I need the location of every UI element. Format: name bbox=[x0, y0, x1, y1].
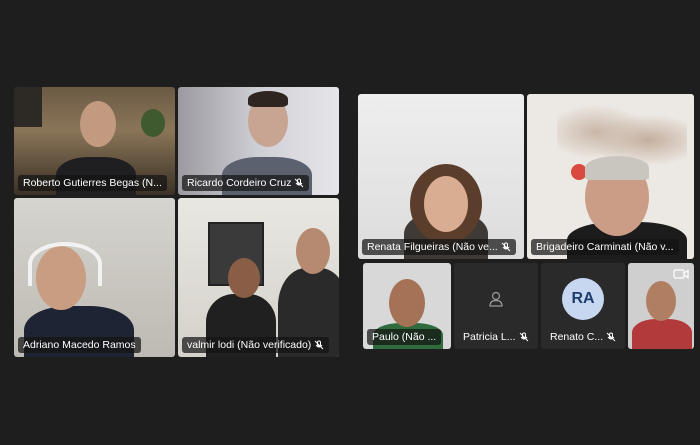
participant-head bbox=[424, 176, 468, 232]
participant-name-label: Paulo (Não ... bbox=[367, 329, 442, 345]
mic-muted-icon bbox=[314, 340, 324, 350]
participant-name: Adriano Macedo Ramos bbox=[23, 339, 136, 351]
headset bbox=[28, 242, 102, 286]
participant-name: Renata Filgueiras (Não ve... bbox=[367, 241, 498, 253]
participant-body bbox=[632, 319, 692, 349]
participant-name: Roberto Gutierres Begas (N... bbox=[23, 177, 162, 189]
participant-name: Brigadeiro Carminati (Não v... bbox=[536, 241, 674, 253]
mic-muted-icon bbox=[501, 242, 511, 252]
participant-name-label: Ricardo Cordeiro Cruz bbox=[182, 175, 310, 191]
participant-hair bbox=[585, 156, 649, 180]
avatar-initials: RA bbox=[562, 278, 604, 321]
participant-name-label: Adriano Macedo Ramos bbox=[18, 337, 141, 353]
mic-muted-icon bbox=[519, 332, 528, 342]
mic-muted-icon bbox=[295, 178, 304, 188]
participant-name-label: Roberto Gutierres Begas (N... bbox=[18, 175, 167, 191]
video-tile-valmir[interactable]: valmir lodi (Não verificado) bbox=[178, 198, 339, 357]
video-tile-paulo[interactable]: Paulo (Não ... bbox=[363, 263, 451, 349]
participant-head bbox=[646, 281, 676, 321]
participant-hair bbox=[248, 91, 288, 107]
video-tile-renata[interactable]: Renata Filgueiras (Não ve... bbox=[358, 94, 524, 259]
avatar-tile-patricia[interactable]: Patricia L... bbox=[454, 263, 538, 349]
camera-switch-icon[interactable] bbox=[673, 268, 689, 280]
participant-name: Paulo (Não ... bbox=[372, 331, 437, 343]
participant-name-label: Renato C... bbox=[545, 329, 621, 345]
self-view-tile[interactable] bbox=[628, 263, 694, 349]
mic-muted-icon bbox=[606, 332, 616, 342]
background-plant bbox=[141, 109, 165, 137]
avatar-tile-renato[interactable]: RA Renato C... bbox=[541, 263, 625, 349]
background-shelf bbox=[14, 87, 42, 127]
participant-name-label: Renata Filgueiras (Não ve... bbox=[362, 239, 516, 255]
participant-head bbox=[80, 101, 116, 147]
participant-name-label: Patricia L... bbox=[458, 329, 534, 345]
participant-name-label: valmir lodi (Não verificado) bbox=[182, 337, 330, 353]
video-tile-roberto[interactable]: Roberto Gutierres Begas (N... bbox=[14, 87, 175, 195]
participant-name: Ricardo Cordeiro Cruz bbox=[187, 177, 292, 189]
video-tile-adriano[interactable]: Adriano Macedo Ramos bbox=[14, 198, 175, 357]
person-icon bbox=[489, 292, 503, 307]
participant-head-2 bbox=[296, 228, 330, 274]
participant-name-label: Brigadeiro Carminati (Não v... bbox=[531, 239, 679, 255]
participant-name: Patricia L... bbox=[463, 331, 516, 343]
participant-head bbox=[228, 258, 260, 298]
video-tile-ricardo[interactable]: Ricardo Cordeiro Cruz bbox=[178, 87, 339, 195]
participant-name: Renato C... bbox=[550, 331, 604, 343]
participant-name: valmir lodi (Não verificado) bbox=[187, 339, 312, 351]
participant-head bbox=[389, 279, 425, 327]
video-tile-brigadeiro[interactable]: Brigadeiro Carminati (Não v... bbox=[527, 94, 694, 259]
